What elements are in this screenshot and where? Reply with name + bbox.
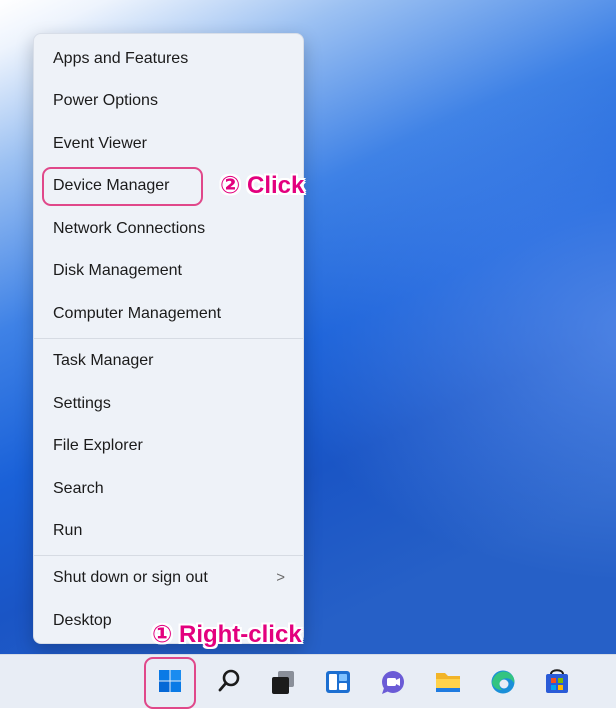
menu-item-network-connections[interactable]: Network Connections <box>38 210 299 248</box>
menu-item-search[interactable]: Search <box>38 470 299 508</box>
winx-context-menu: Apps and Features Power Options Event Vi… <box>33 33 304 644</box>
device-manager-highlight-box <box>42 167 203 206</box>
chat-icon <box>382 671 404 694</box>
menu-item-label: Apps and Features <box>53 50 189 67</box>
menu-item-apps-and-features[interactable]: Apps and Features <box>38 40 299 78</box>
task-view-button[interactable] <box>263 655 303 708</box>
menu-item-power-options[interactable]: Power Options <box>38 82 299 120</box>
search-button[interactable] <box>210 655 250 708</box>
menu-item-task-manager[interactable]: Task Manager <box>38 342 299 380</box>
menu-item-label: Run <box>53 522 83 539</box>
taskbar <box>0 654 616 708</box>
menu-item-file-explorer[interactable]: File Explorer <box>38 427 299 465</box>
chevron-right-icon: > <box>276 569 285 586</box>
menu-item-label: Task Manager <box>53 352 154 369</box>
start-button-highlight-box <box>144 657 196 709</box>
store-button[interactable] <box>537 655 577 708</box>
store-icon <box>546 669 568 693</box>
edge-icon <box>491 670 515 694</box>
widgets-icon <box>326 671 350 693</box>
menu-item-settings[interactable]: Settings <box>38 385 299 423</box>
annotation-step1-right-click: ① Right-click <box>152 621 302 648</box>
edge-button[interactable] <box>483 655 523 708</box>
menu-separator <box>34 338 303 339</box>
menu-item-event-viewer[interactable]: Event Viewer <box>38 125 299 163</box>
chat-button[interactable] <box>373 655 413 708</box>
menu-item-label: Search <box>53 480 104 497</box>
menu-item-label: Power Options <box>53 92 158 109</box>
search-icon <box>218 669 240 692</box>
annotation-step2-click: ② Click <box>220 172 305 199</box>
menu-item-disk-management[interactable]: Disk Management <box>38 252 299 290</box>
menu-item-label: Event Viewer <box>53 135 147 152</box>
menu-item-computer-management[interactable]: Computer Management <box>38 295 299 333</box>
menu-item-label: Computer Management <box>53 305 222 322</box>
menu-item-label: Disk Management <box>53 262 182 279</box>
menu-item-label: File Explorer <box>53 437 143 454</box>
menu-item-label: Shut down or sign out <box>53 569 208 586</box>
widgets-button[interactable] <box>318 655 358 708</box>
file-explorer-button[interactable] <box>428 655 468 708</box>
task-view-icon <box>272 671 294 694</box>
menu-item-run[interactable]: Run <box>38 512 299 550</box>
menu-item-label: Desktop <box>53 612 112 629</box>
file-explorer-icon <box>436 673 460 692</box>
menu-item-label: Network Connections <box>53 220 206 237</box>
menu-item-label: Settings <box>53 395 111 412</box>
menu-item-shut-down-or-sign-out[interactable]: Shut down or sign out > <box>38 559 299 597</box>
menu-separator <box>34 555 303 556</box>
